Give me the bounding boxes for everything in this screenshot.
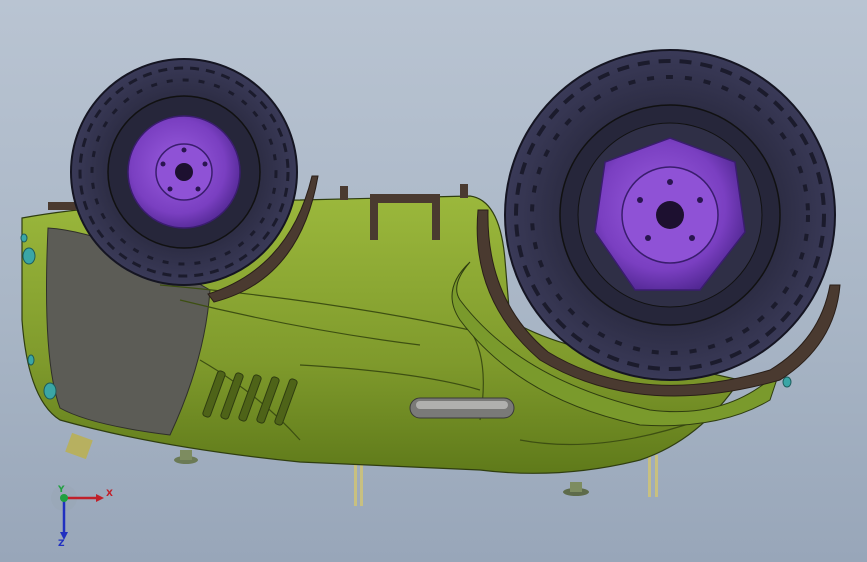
rear-wheel xyxy=(504,49,836,381)
coordinate-triad: X Y Z xyxy=(51,485,113,548)
y-axis-dot xyxy=(60,494,68,502)
front-wheel xyxy=(70,58,298,286)
tractor-3d-model[interactable] xyxy=(0,0,867,562)
side-lamp xyxy=(409,397,515,419)
z-axis-label: Z xyxy=(58,539,65,548)
cad-viewport[interactable]: X Y Z xyxy=(0,0,867,562)
x-axis-label: X xyxy=(106,489,113,499)
y-axis-label: Y xyxy=(57,485,65,495)
